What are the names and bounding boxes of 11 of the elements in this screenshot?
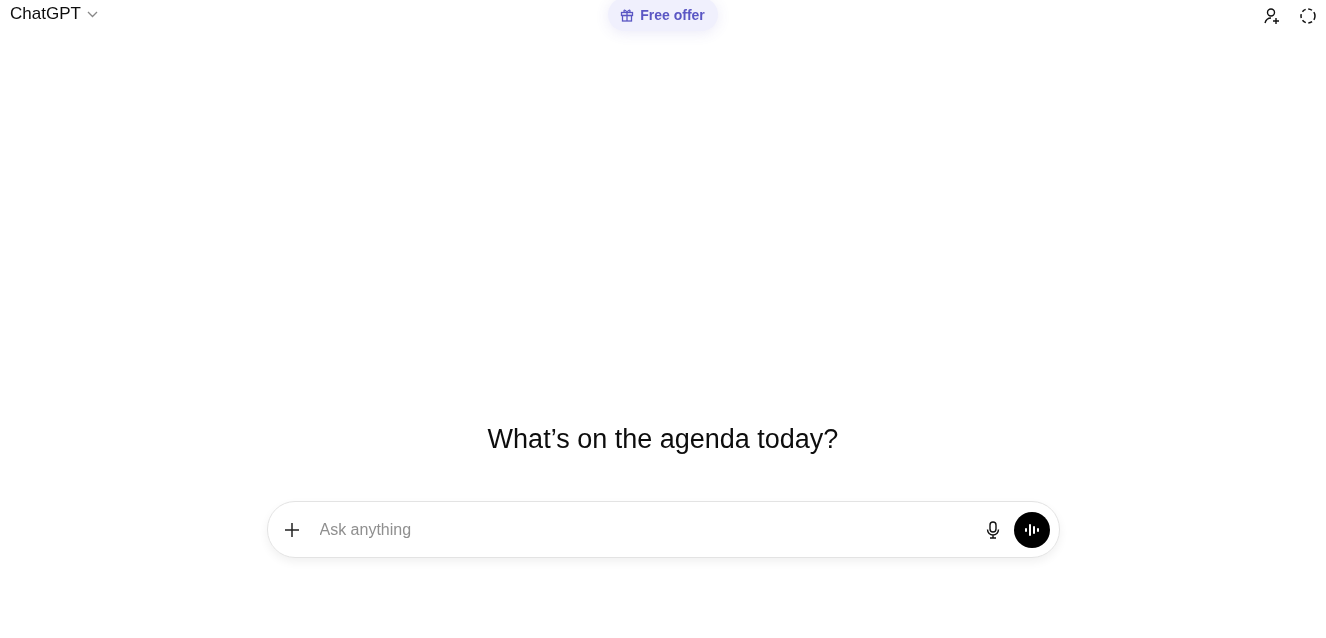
- free-offer-button[interactable]: Free offer: [608, 0, 718, 31]
- greeting-heading: What’s on the agenda today?: [487, 424, 839, 455]
- plus-icon[interactable]: [283, 521, 300, 538]
- voice-mode-button[interactable]: [1013, 511, 1050, 548]
- chevron-down-icon: [86, 10, 98, 18]
- gift-icon: [620, 8, 635, 22]
- message-field[interactable]: Ask anything: [317, 519, 976, 540]
- sound-wave-icon: [1023, 522, 1040, 537]
- model-selector[interactable]: ChatGPT: [10, 4, 98, 24]
- composer-bar[interactable]: Ask anything: [266, 501, 1060, 558]
- microphone-icon[interactable]: [985, 520, 1000, 539]
